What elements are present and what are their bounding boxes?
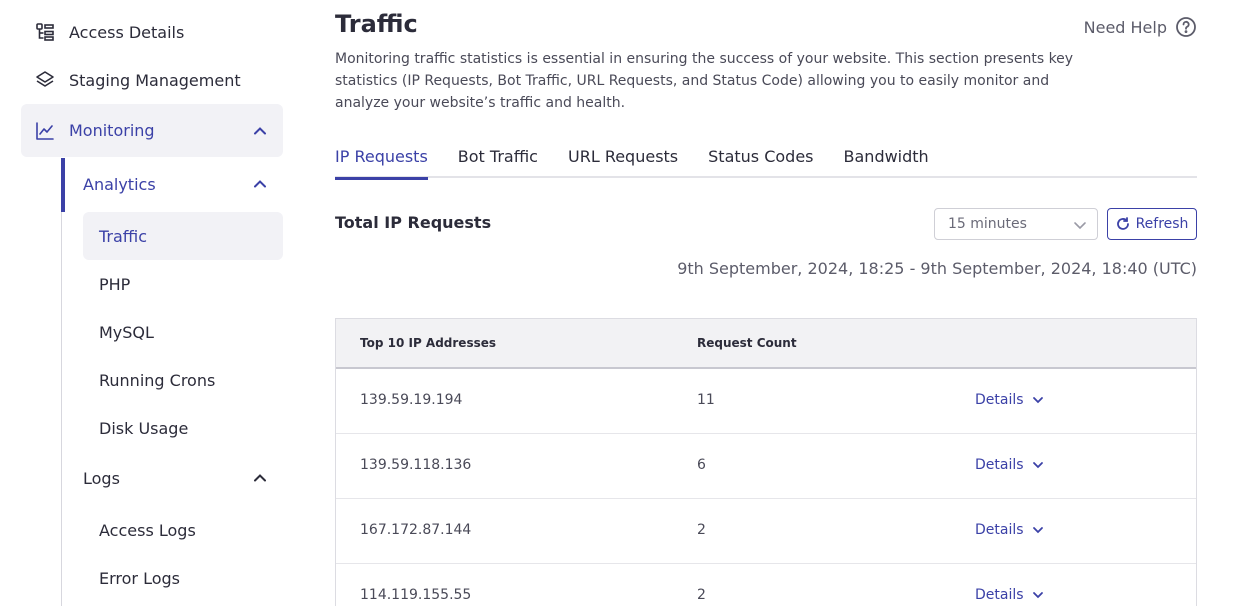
ip-requests-table: Top 10 IP Addresses Request Count 139.59…: [335, 318, 1197, 606]
sidebar-item-php[interactable]: PHP: [83, 260, 283, 308]
sidebar-item-mysql[interactable]: MySQL: [83, 308, 283, 356]
chevron-up-icon[interactable]: [253, 177, 267, 191]
table-row: 139.59.118.136 6 Details: [336, 434, 1196, 499]
request-count: 2: [697, 522, 706, 538]
details-toggle[interactable]: Details: [975, 392, 1044, 408]
tab-status-codes[interactable]: Status Codes: [708, 142, 813, 178]
time-range: 9th September, 2024, 18:25 - 9th Septemb…: [677, 259, 1197, 278]
chevron-down-icon: [1032, 459, 1044, 471]
request-count: 2: [697, 587, 706, 603]
sidebar-group-label: Logs: [83, 468, 120, 488]
sidebar-item-disk-usage[interactable]: Disk Usage: [83, 404, 283, 452]
tab-bot-traffic[interactable]: Bot Traffic: [458, 142, 538, 178]
chevron-up-icon[interactable]: [253, 471, 267, 485]
page-description: Monitoring traffic statistics is essenti…: [335, 51, 1074, 111]
line-chart-icon: [35, 121, 55, 141]
sidebar-item-label: Monitoring: [69, 121, 155, 140]
refresh-icon: [1116, 217, 1130, 231]
chevron-up-icon[interactable]: [253, 124, 267, 138]
sidebar-item-label: Error Logs: [99, 568, 180, 588]
details-toggle[interactable]: Details: [975, 457, 1044, 473]
refresh-button[interactable]: Refresh: [1107, 208, 1197, 240]
chevron-down-icon: [1032, 394, 1044, 406]
sidebar-item-staging-management[interactable]: Staging Management: [21, 58, 283, 102]
sidebar-item-label: Traffic: [99, 226, 148, 246]
need-help-link[interactable]: Need Help: [1084, 16, 1197, 38]
sidebar-item-label: Access Logs: [99, 520, 196, 540]
details-toggle[interactable]: Details: [975, 522, 1044, 538]
table-header: Top 10 IP Addresses Request Count: [336, 319, 1196, 369]
table-row: 139.59.19.194 11 Details: [336, 369, 1196, 434]
sidebar-item-label: Access Details: [69, 22, 185, 42]
details-label: Details: [975, 587, 1024, 603]
ip-address: 139.59.19.194: [360, 392, 463, 408]
tab-bandwidth[interactable]: Bandwidth: [844, 142, 929, 178]
tab-url-requests[interactable]: URL Requests: [568, 142, 678, 178]
sidebar-item-label: Disk Usage: [99, 418, 189, 438]
ip-address: 139.59.118.136: [360, 457, 472, 473]
submenu-active-indicator: [61, 158, 65, 212]
tab-bar: IP Requests Bot Traffic URL Requests Sta…: [335, 142, 1197, 180]
details-label: Details: [975, 522, 1024, 538]
need-help-label: Need Help: [1083, 17, 1167, 37]
sidebar-group-analytics[interactable]: Analytics: [83, 164, 283, 204]
interval-select-value: 15 minutes: [948, 216, 1027, 232]
sidebar-item-label: MySQL: [99, 322, 154, 342]
page-title: Traffic: [335, 10, 418, 38]
sidebar-item-running-crons[interactable]: Running Crons: [83, 356, 283, 404]
chevron-down-icon: [1073, 218, 1087, 232]
tab-ip-requests[interactable]: IP Requests: [335, 142, 428, 180]
sidebar-item-label: Staging Management: [69, 70, 241, 90]
sidebar-group-logs[interactable]: Logs: [83, 458, 283, 498]
sidebar-item-access-logs[interactable]: Access Logs: [83, 506, 283, 554]
chevron-down-icon: [1032, 524, 1044, 536]
sidebar-item-access-details[interactable]: Access Details: [21, 10, 283, 54]
table-row: 167.172.87.144 2 Details: [336, 499, 1196, 564]
column-header-ip: Top 10 IP Addresses: [360, 336, 497, 350]
sidebar-item-label: PHP: [99, 274, 131, 294]
layers-icon: [35, 70, 55, 90]
ip-address: 114.119.155.55: [360, 587, 472, 603]
sidebar: Access Details Staging Management Monito…: [0, 0, 300, 606]
sidebar-item-error-logs[interactable]: Error Logs: [83, 554, 283, 602]
sidebar-group-label: Analytics: [83, 174, 156, 194]
column-header-count: Request Count: [697, 336, 797, 350]
sidebar-item-monitoring[interactable]: Monitoring: [21, 104, 283, 157]
main-content: Traffic Need Help Monitoring traffic sta…: [335, 0, 1197, 606]
details-label: Details: [975, 457, 1024, 473]
request-count: 6: [697, 457, 706, 473]
ip-address: 167.172.87.144: [360, 522, 472, 538]
question-circle-icon: [1175, 16, 1197, 38]
table-row: 114.119.155.55 2 Details: [336, 564, 1196, 606]
submenu-divider: [61, 158, 62, 606]
details-toggle[interactable]: Details: [975, 587, 1044, 603]
request-count: 11: [697, 392, 715, 408]
chevron-down-icon: [1032, 589, 1044, 601]
interval-select[interactable]: 15 minutes: [934, 208, 1098, 240]
section-title: Total IP Requests: [335, 213, 492, 232]
list-icon: [35, 22, 55, 42]
sidebar-item-traffic[interactable]: Traffic: [83, 212, 283, 260]
refresh-label: Refresh: [1135, 216, 1189, 232]
details-label: Details: [975, 392, 1024, 408]
sidebar-item-label: Running Crons: [99, 370, 216, 390]
